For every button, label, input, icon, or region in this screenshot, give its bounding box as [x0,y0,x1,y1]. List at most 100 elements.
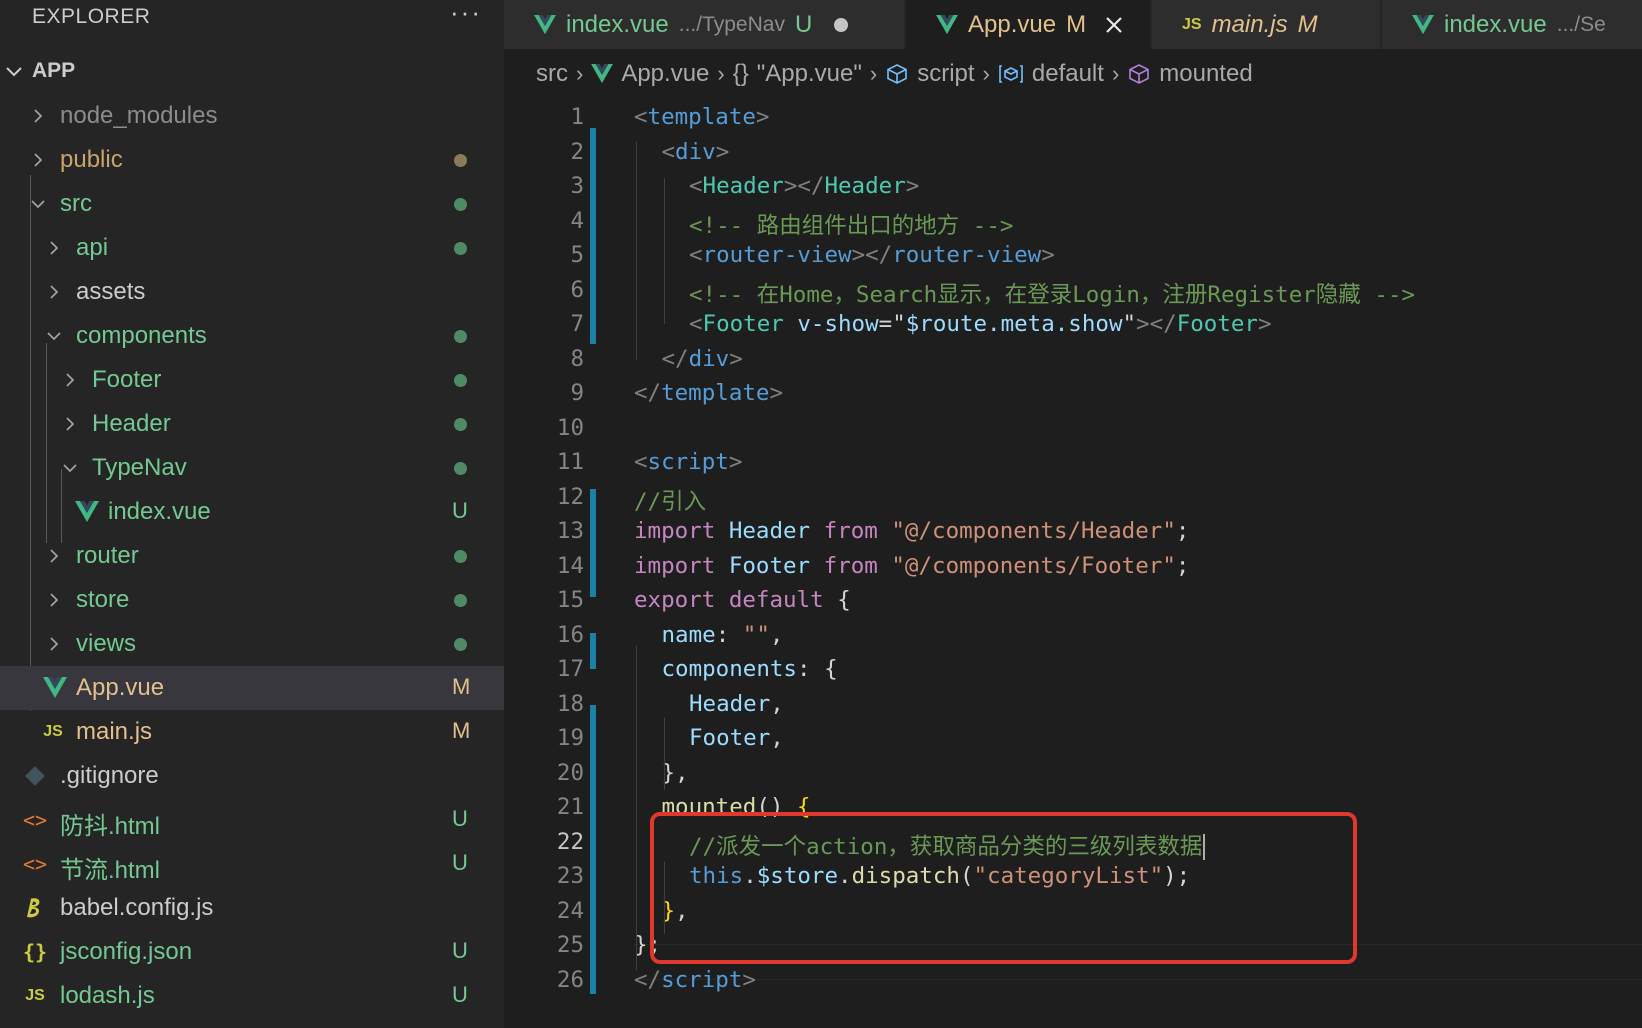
code-line[interactable]: 20}, [504,755,1642,791]
tree-item-debounce-html[interactable]: <> 防抖.html U [0,798,504,842]
explorer-header: EXPLORER ··· [0,0,504,34]
code-text: Footer, [689,725,784,751]
status-dot [454,242,467,255]
tree-item-public[interactable]: public [0,138,504,182]
tree-item-babel-config[interactable]: babel.config.js [0,886,504,930]
tree-item-typenav[interactable]: TypeNav [0,446,504,490]
tree-item-app-vue[interactable]: App.vue M [0,666,504,710]
code-line[interactable]: 2 <div> [504,134,1642,170]
tree-item-assets[interactable]: assets [0,270,504,314]
code-text: import Footer from "@/components/Footer"… [634,553,1189,579]
code-line[interactable]: 4 <!-- 路由组件出口的地方 --> [504,203,1642,239]
breadcrumb-item-module[interactable]: "App.vue" [757,60,862,88]
code-token: router-view [892,242,1042,268]
chevron-right-icon [50,549,59,563]
breadcrumb-item-src[interactable]: src [536,60,568,88]
code-line[interactable]: 9 </template> [504,375,1642,411]
tab-search-index-vue[interactable]: index.vue .../Se [1382,0,1642,49]
tree-item-header[interactable]: Header [0,402,504,446]
tree-item-label: jsconfig.json [60,938,193,965]
tab-label: main.js [1211,10,1288,38]
workspace-root[interactable]: APP [0,51,504,91]
code-line[interactable]: 3 <Header></Header> [504,168,1642,204]
tree-item-api[interactable]: api [0,226,504,270]
code-text: <!-- 在Home，Search显示，在登录Login，注册Register隐… [689,277,1415,309]
status-dot [454,462,467,475]
tree-item-gitignore[interactable]: .gitignore [0,754,504,798]
code-line[interactable]: 11 <script> [504,444,1642,480]
tab-typenav-index-vue[interactable]: index.vue .../TypeNav U [504,0,904,49]
tree-item-lodash-js[interactable]: JS lodash.js U [0,974,504,1018]
more-actions-icon[interactable]: ··· [450,0,482,28]
indent-guide [664,718,665,790]
code-line[interactable]: 16 name: "", [504,617,1642,653]
tree-item-node-modules[interactable]: node_modules [0,94,504,138]
tree-item-label: index.vue [108,498,211,525]
breadcrumb-item-default[interactable]: default [1032,60,1104,88]
vue-file-icon [534,14,556,34]
unsaved-dot-icon[interactable] [834,17,849,32]
tree-item-main-js[interactable]: JS main.js M [0,710,504,754]
indent-guide [664,178,665,324]
code-token: : [796,656,825,682]
code-token: import [634,518,716,544]
tree-item-label: Header [92,410,171,437]
git-change-bar [590,128,596,344]
git-change-bar [590,705,596,994]
tab-app-vue[interactable]: App.vue M [906,0,1150,49]
tree-item-label: views [76,630,137,657]
tree-item-views[interactable]: views [0,622,504,666]
js-file-icon: JS [25,987,45,1004]
tree-item-index-vue[interactable]: index.vue U [0,490,504,534]
code-line[interactable]: 1 <template> [504,99,1642,135]
git-status-badge: U [452,498,468,523]
tree-item-footer[interactable]: Footer [0,358,504,402]
code-line[interactable]: 5 <router-view></router-view> [504,237,1642,273]
tree-item-jsconfig[interactable]: {} jsconfig.json U [0,930,504,974]
code-token: = [878,311,893,337]
code-text: <div> [662,139,730,165]
breadcrumb: src › App.vue › {} "App.vue" › script › … [504,49,1642,99]
code-text: <Header></Header> [689,173,919,199]
tree-item-src[interactable]: src [0,182,504,226]
line-number: 20 [556,759,584,786]
tree-item-label: App.vue [76,674,165,701]
code-token: , [770,690,784,717]
breadcrumb-item-script[interactable]: script [917,60,974,88]
code-line[interactable]: 19 Footer, [504,720,1642,756]
code-line[interactable]: 17 components: { [504,651,1642,687]
code-line[interactable]: 10 [504,410,1642,446]
status-dot [454,330,467,343]
close-icon[interactable] [1104,15,1124,35]
code-line[interactable]: 6 <!-- 在Home，Search显示，在登录Login，注册Register… [504,272,1642,308]
code-line[interactable]: 13 import Header from "@/components/Heade… [504,513,1642,549]
git-status-badge: U [794,10,813,38]
code-line[interactable]: 7 <Footer v-show="$route.meta.show"></Foo… [504,306,1642,342]
chevron-right-icon: › [869,61,878,86]
code-line[interactable]: 26 </script> [504,962,1642,998]
code-line[interactable]: 8 </div> [504,341,1642,377]
code-line[interactable]: 12 //引入 [504,479,1642,515]
breadcrumb-item-mounted[interactable]: mounted [1159,60,1252,88]
chevron-right-icon: › [1111,61,1120,86]
code-token: < [634,104,648,130]
tree-item-router[interactable]: router [0,534,504,578]
breadcrumb-item-file[interactable]: App.vue [621,60,709,88]
git-change-bar [590,633,596,669]
tab-main-js[interactable]: JS main.js M [1152,0,1380,49]
code-token: //引入 [634,488,707,515]
line-number: 9 [570,380,584,406]
status-dot [454,374,467,387]
tree-item-throttle-html[interactable]: <> 节流.html U [0,842,504,886]
tree-item-store[interactable]: store [0,578,504,622]
tree-item-label: lodash.js [60,982,155,1009]
code-token: name [661,621,716,648]
tree-item-components[interactable]: components [0,314,504,358]
line-number: 22 [556,828,584,855]
code-line[interactable]: 18 Header, [504,686,1642,722]
code-line[interactable]: 15 export default { [504,582,1642,618]
code-token: "@/components/Footer" [891,552,1176,579]
code-line[interactable]: 14 import Footer from "@/components/Foote… [504,548,1642,584]
